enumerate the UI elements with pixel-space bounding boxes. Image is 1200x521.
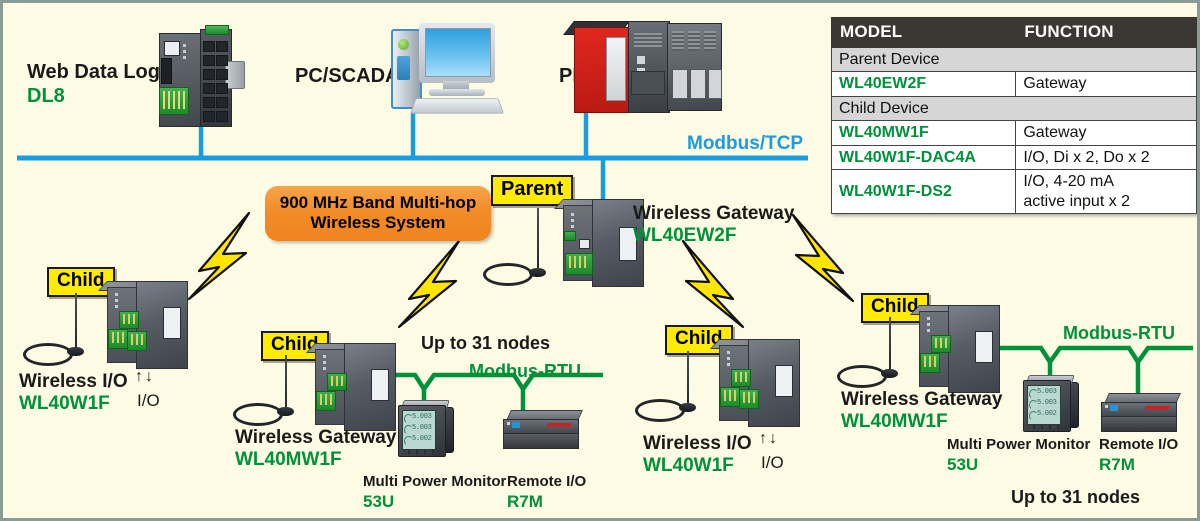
system-title-line1: 900 MHz Band Multi-hop — [279, 193, 477, 212]
child-2-periph-2-name: Remote I/O — [507, 473, 587, 490]
child-4-bus-label: Modbus-RTU — [1063, 323, 1175, 343]
table-header-row: MODEL FUNCTION — [830, 17, 1197, 48]
table-cell-model: WL40W1F-DAC4A — [830, 144, 1017, 171]
child-4-periph-2-name: Remote I/O — [1099, 436, 1179, 453]
system-title-line2: Wireless System — [310, 213, 446, 233]
child-2-periph-2-model: R7M — [507, 492, 543, 511]
pm-right-reading-1: 5.003 — [1037, 388, 1057, 396]
child-4-periph-1-model: 53U — [947, 455, 979, 474]
table-header-function: FUNCTION — [1015, 17, 1197, 48]
pm-left-reading-1: 5.003 — [412, 413, 432, 421]
pm-left-reading-3: 5.002 — [412, 435, 432, 443]
bolt-icon-1 — [187, 211, 251, 301]
child-4-name: Wireless Gateway — [841, 389, 1003, 410]
child-3-model: WL40W1F — [643, 455, 734, 476]
parent-gateway-name: Wireless Gateway — [633, 203, 795, 224]
pc-scada-name: PC/SCADA — [295, 65, 400, 87]
model-function-table: MODEL FUNCTION Parent Device WL40EW2F Ga… — [830, 17, 1197, 215]
child-4-nodes-label: Up to 31 nodes — [1011, 487, 1141, 507]
remote-io-icon-left — [503, 410, 583, 452]
table-section-label-parent: Parent Device — [831, 46, 1197, 73]
bolt-icon-4 — [791, 213, 855, 303]
pm-left-reading-2: 5.003 — [412, 424, 432, 432]
child-2-periph-1-name: Multi Power Monitor — [363, 473, 507, 490]
plc-icon — [563, 21, 722, 117]
table-row: WL40MW1F Gateway — [830, 120, 1197, 146]
child-3-io-label: I/O — [761, 453, 784, 472]
table-row-section-child: Child Device — [831, 95, 1197, 122]
child-2-bus-label: Modbus-RTU — [469, 361, 581, 381]
modbus-tcp-label: Modbus/TCP — [687, 133, 804, 154]
diagram-canvas: Web Data Logger DL8 PC/SCADA Modbus/TCP … — [0, 0, 1200, 521]
table-row: WL40W1F-DS2 I/O, 4-20 mA active input x … — [830, 169, 1197, 215]
child-1-name: Wireless I/O — [19, 371, 128, 392]
pc-scada-icon — [391, 23, 509, 123]
table-header-model: MODEL — [830, 17, 1017, 48]
child-4-model: WL40MW1F — [841, 411, 948, 432]
child-2-name: Wireless Gateway — [235, 427, 397, 448]
multi-power-monitor-icon-right: 5.003 5.003 5.002 — [1023, 375, 1079, 432]
system-title-badge: 900 MHz Band Multi-hop Wireless System — [265, 186, 491, 242]
bolt-icon-2 — [397, 239, 461, 329]
data-logger-icon — [155, 25, 247, 133]
child-2-model: WL40MW1F — [235, 449, 342, 470]
child-4-periph-2-model: R7M — [1099, 455, 1135, 474]
child-4-periph-1-name: Multi Power Monitor — [947, 436, 1091, 453]
table-row-section-parent: Parent Device — [831, 46, 1197, 73]
child-1-io-arrows: ↑↓ — [135, 368, 155, 385]
child-1-model: WL40W1F — [19, 393, 110, 414]
table-cell-model: WL40MW1F — [830, 120, 1017, 146]
table-cell-function: I/O, 4-20 mA active input x 2 — [1015, 169, 1197, 215]
pm-right-reading-3: 5.002 — [1037, 410, 1057, 418]
table-section-label-child: Child Device — [831, 95, 1197, 122]
table-row: WL40W1F-DAC4A I/O, Di x 2, Do x 2 — [830, 144, 1197, 171]
pm-right-reading-2: 5.003 — [1037, 399, 1057, 407]
child-2-nodes-label: Up to 31 nodes — [421, 333, 551, 353]
table-cell-model: WL40EW2F — [830, 71, 1017, 97]
table-cell-function: I/O, Di x 2, Do x 2 — [1015, 144, 1197, 171]
multi-power-monitor-icon-left: 5.003 5.003 5.002 — [398, 400, 454, 457]
child-2-periph-1-model: 53U — [363, 492, 395, 511]
modbus-rtu-bus-right — [988, 345, 1193, 395]
table-cell-model: WL40W1F-DS2 — [830, 169, 1017, 215]
parent-gateway-model: WL40EW2F — [633, 225, 737, 246]
web-data-logger-model: DL8 — [27, 85, 65, 107]
table-cell-function: Gateway — [1015, 120, 1197, 146]
child-3-io-arrows: ↑↓ — [759, 430, 779, 447]
table-cell-function: Gateway — [1015, 71, 1197, 97]
remote-io-icon-right — [1101, 393, 1181, 435]
bolt-icon-3 — [681, 239, 745, 329]
child-1-io-label: I/O — [137, 391, 160, 410]
table-row: WL40EW2F Gateway — [830, 71, 1197, 97]
child-3-name: Wireless I/O — [643, 433, 752, 454]
